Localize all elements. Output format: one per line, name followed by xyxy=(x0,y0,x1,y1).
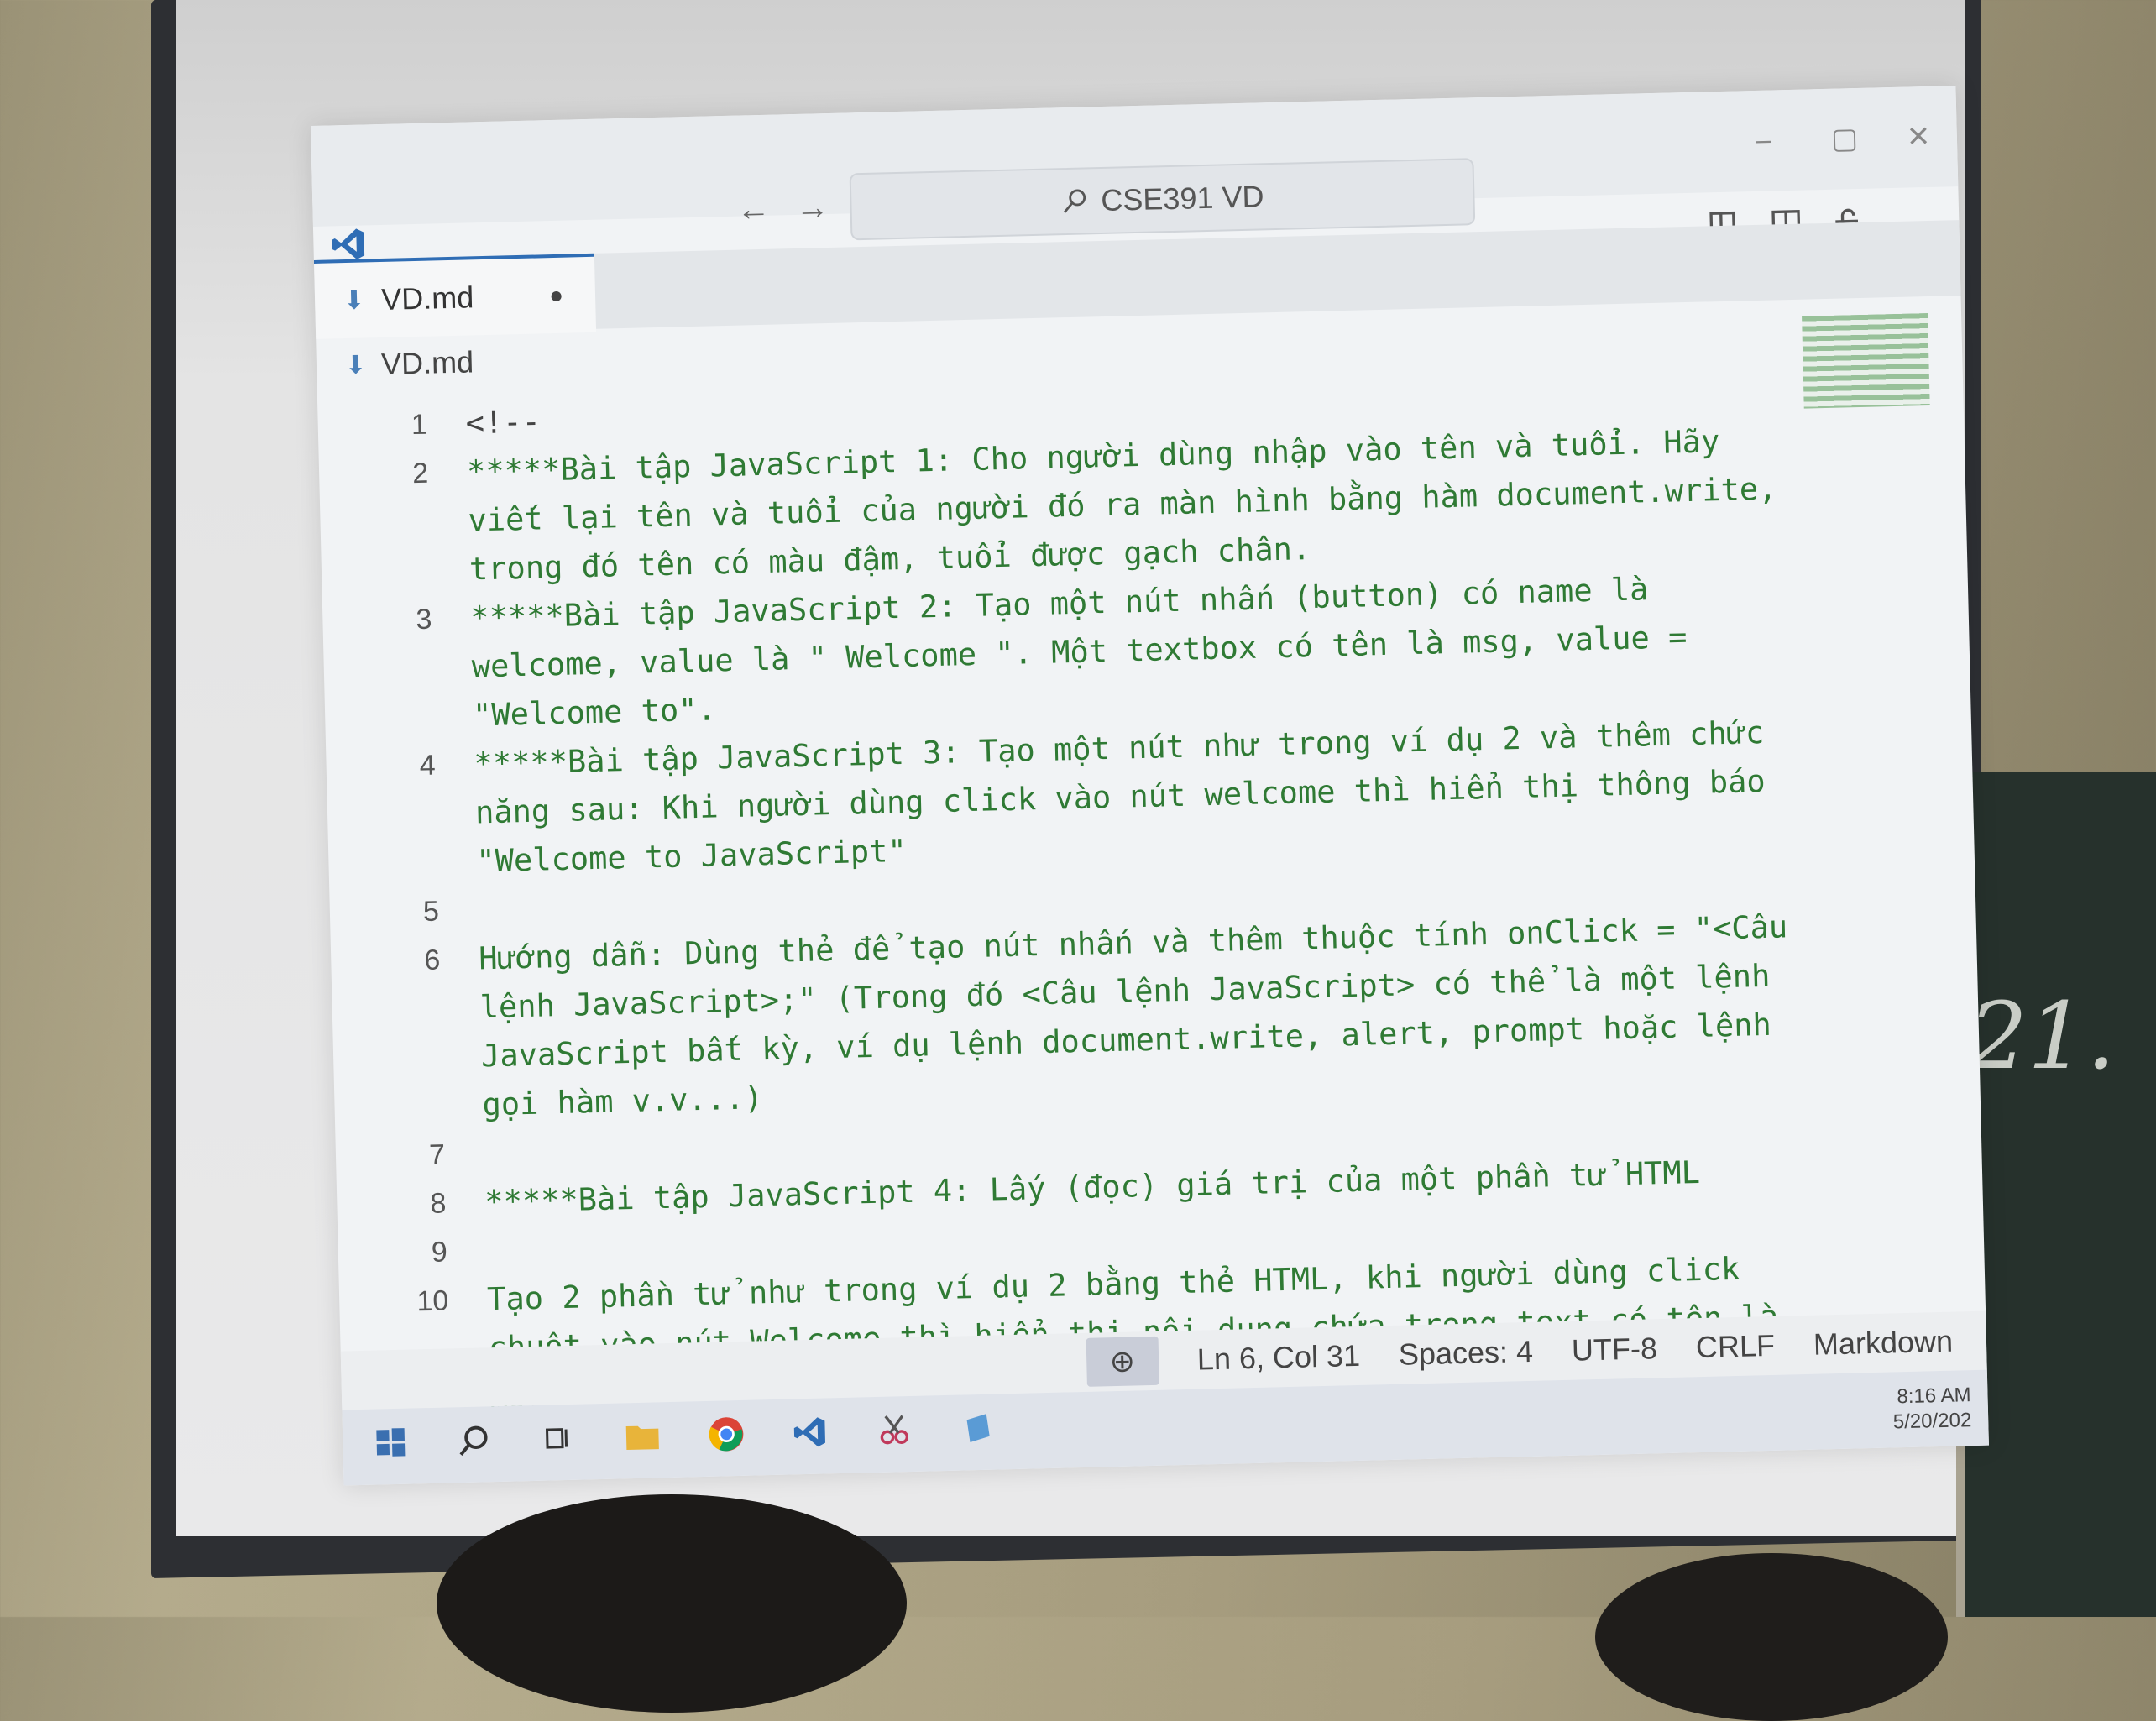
vscode-window: ← → CSE391 VD – ▢ ✕ ⋯ ⬇ VD.md ● xyxy=(311,86,1989,1486)
indentation[interactable]: Spaces: 4 xyxy=(1398,1334,1533,1373)
zoom-icon[interactable]: ⊕ xyxy=(1086,1336,1159,1387)
line-number: 3 xyxy=(416,603,432,636)
app-icon[interactable] xyxy=(955,1410,1002,1453)
editor-line[interactable]: 6 Hướng dẫn: Dùng thẻ để tạo nút nhấn và … xyxy=(331,901,1863,1133)
tab-bar: ⬇ VD.md ● xyxy=(313,220,1961,339)
line-number: 4 xyxy=(419,749,437,782)
close-button[interactable]: ✕ xyxy=(1906,120,1930,154)
markdown-file-icon: ⬇ xyxy=(343,285,365,315)
task-view-icon[interactable] xyxy=(536,1423,582,1462)
line-text: Hướng dẫn: Dùng thẻ để tạo nút nhấn và t… xyxy=(478,908,1807,1123)
vscode-taskbar-icon[interactable] xyxy=(788,1414,834,1458)
encoding[interactable]: UTF-8 xyxy=(1571,1331,1657,1368)
windows-start-icon[interactable] xyxy=(368,1425,414,1467)
language-mode[interactable]: Markdown xyxy=(1813,1324,1953,1363)
audience-head xyxy=(437,1494,907,1713)
tab-label: VD.md xyxy=(380,280,474,316)
file-explorer-icon[interactable] xyxy=(620,1420,666,1460)
audience-head xyxy=(1595,1553,1948,1721)
tab-vd-md[interactable]: ⬇ VD.md ● xyxy=(313,253,597,339)
breadcrumb[interactable]: ⬇ VD.md xyxy=(344,344,474,383)
chalkboard xyxy=(1956,772,2156,1617)
markdown-file-icon: ⬇ xyxy=(344,350,367,379)
line-number: 5 xyxy=(422,895,440,929)
cursor-position[interactable]: Ln 6, Col 31 xyxy=(1196,1338,1360,1378)
system-clock[interactable]: 8:16 AM 5/20/202 xyxy=(1892,1383,1972,1435)
line-number: 1 xyxy=(411,408,428,442)
line-number: 6 xyxy=(423,944,441,976)
chrome-icon[interactable] xyxy=(704,1415,750,1462)
minimize-button[interactable]: – xyxy=(1755,124,1771,157)
line-number: 2 xyxy=(411,457,429,490)
vscode-logo-icon xyxy=(332,228,365,260)
clock-time: 8:16 AM xyxy=(1897,1384,1971,1409)
search-text: CSE391 VD xyxy=(1100,179,1264,218)
maximize-button[interactable]: ▢ xyxy=(1830,122,1858,156)
clock-date: 5/20/202 xyxy=(1892,1409,1972,1434)
line-number: 7 xyxy=(428,1138,446,1171)
forward-arrow-icon[interactable]: → xyxy=(795,189,829,228)
editor-text-area[interactable]: 1 <!-- 2 *****Bài tập JavaScript 1: Cho ngư… xyxy=(317,365,1871,1473)
search-icon xyxy=(1063,189,1086,213)
end-of-line[interactable]: CRLF xyxy=(1695,1328,1775,1365)
back-arrow-icon[interactable]: ← xyxy=(736,191,771,229)
command-center-search[interactable]: CSE391 VD xyxy=(849,158,1476,241)
search-icon[interactable] xyxy=(452,1423,498,1466)
unsaved-dot-icon[interactable]: ● xyxy=(549,282,564,309)
line-number: 9 xyxy=(431,1236,448,1269)
line-number: 8 xyxy=(430,1187,447,1220)
chalkboard-writing: 21. xyxy=(1969,982,2116,1090)
snipping-tool-icon[interactable] xyxy=(871,1413,918,1456)
breadcrumb-filename: VD.md xyxy=(380,344,474,382)
